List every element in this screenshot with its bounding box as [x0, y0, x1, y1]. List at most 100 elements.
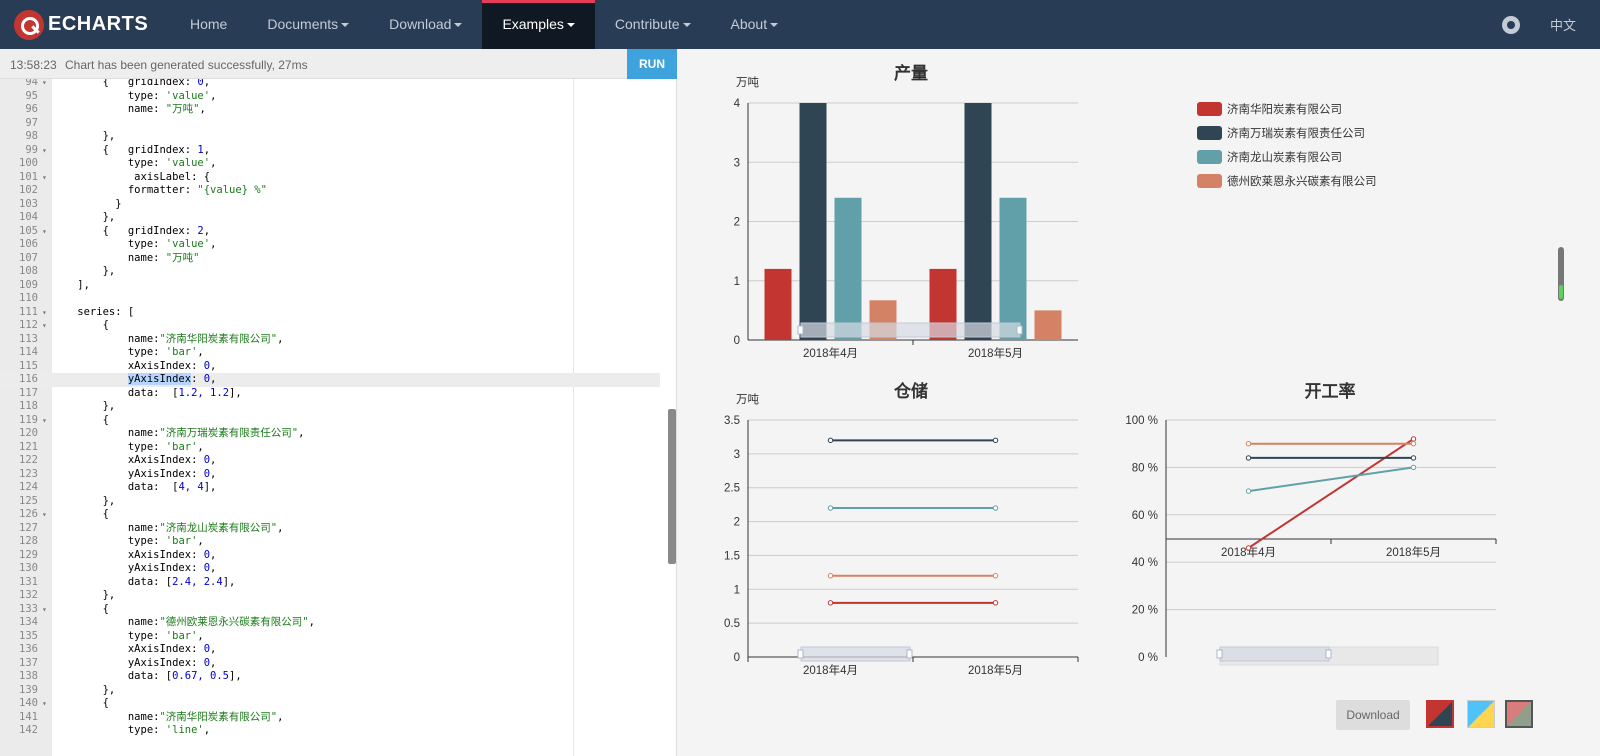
- data-point[interactable]: [1245, 455, 1252, 461]
- series-line[interactable]: [1247, 438, 1415, 549]
- data-point[interactable]: [1245, 441, 1252, 447]
- datazoom-handle[interactable]: [797, 649, 804, 659]
- bar[interactable]: [999, 197, 1027, 340]
- fold-toggle-icon[interactable]: ▾: [42, 171, 47, 185]
- code-line[interactable]: 104 },: [0, 211, 660, 225]
- code-line[interactable]: 115 xAxisIndex: 0,: [0, 360, 660, 374]
- code-line[interactable]: 103 }: [0, 198, 660, 212]
- datazoom-slider[interactable]: [800, 322, 1021, 338]
- nav-item-examples[interactable]: Examples: [482, 0, 595, 49]
- code-line[interactable]: 117 data: [1.2, 1.2],: [0, 387, 660, 401]
- code-line[interactable]: 130 yAxisIndex: 0,: [0, 562, 660, 576]
- code-line[interactable]: 96 name: "万吨",: [0, 103, 660, 117]
- code-line[interactable]: 137 yAxisIndex: 0,: [0, 657, 660, 671]
- code-line[interactable]: 107 name: "万吨": [0, 252, 660, 266]
- theme-light-swatch[interactable]: [1467, 700, 1495, 728]
- code-line[interactable]: 123 yAxisIndex: 0,: [0, 468, 660, 482]
- code-line[interactable]: 133 ▾ {: [0, 603, 660, 617]
- editor-scrollbar[interactable]: [668, 409, 676, 564]
- legend-swatch[interactable]: [1197, 150, 1222, 164]
- nav-item-documents[interactable]: Documents: [247, 0, 369, 49]
- code-line[interactable]: 94 ▾ { gridIndex: 0,: [0, 79, 660, 90]
- code-line[interactable]: 114 type: 'bar',: [0, 346, 660, 360]
- bar[interactable]: [964, 103, 992, 340]
- github-icon[interactable]: [1501, 15, 1520, 34]
- code-line[interactable]: 141 name:"济南华阳炭素有限公司",: [0, 711, 660, 725]
- code-line[interactable]: 127 name:"济南龙山炭素有限公司",: [0, 522, 660, 536]
- fold-toggle-icon[interactable]: ▾: [42, 144, 47, 158]
- code-line[interactable]: 106 type: 'value',: [0, 238, 660, 252]
- data-point[interactable]: [1410, 436, 1417, 442]
- code-line[interactable]: 125 },: [0, 495, 660, 509]
- data-point[interactable]: [992, 573, 999, 579]
- data-point[interactable]: [1245, 545, 1252, 551]
- code-line[interactable]: 95 type: 'value',: [0, 90, 660, 104]
- fold-toggle-icon[interactable]: ▾: [42, 306, 47, 320]
- datazoom-handle[interactable]: [1016, 325, 1023, 335]
- download-button[interactable]: Download: [1336, 700, 1410, 730]
- code-line[interactable]: 105 ▾ { gridIndex: 2,: [0, 225, 660, 239]
- code-line[interactable]: 142 type: 'line',: [0, 724, 660, 738]
- bar[interactable]: [1034, 310, 1062, 340]
- datazoom-handle[interactable]: [1325, 649, 1332, 659]
- datazoom-handle[interactable]: [1216, 649, 1223, 659]
- datazoom-handle[interactable]: [797, 325, 804, 335]
- data-point[interactable]: [992, 600, 999, 606]
- code-line[interactable]: 129 xAxisIndex: 0,: [0, 549, 660, 563]
- code-line[interactable]: 99 ▾ { gridIndex: 1,: [0, 144, 660, 158]
- data-point[interactable]: [992, 505, 999, 511]
- code-line[interactable]: 118 },: [0, 400, 660, 414]
- fold-toggle-icon[interactable]: ▾: [42, 508, 47, 522]
- nav-item-about[interactable]: About: [711, 0, 799, 49]
- fold-toggle-icon[interactable]: ▾: [42, 603, 47, 617]
- bar[interactable]: [764, 268, 792, 340]
- code-line[interactable]: 121 type: 'bar',: [0, 441, 660, 455]
- chart-panel-scrollbar[interactable]: [1558, 247, 1564, 301]
- data-point[interactable]: [992, 437, 999, 444]
- theme-vintage-swatch[interactable]: [1505, 700, 1533, 728]
- code-line[interactable]: 132 },: [0, 589, 660, 603]
- code-line[interactable]: 108 },: [0, 265, 660, 279]
- datazoom-slider[interactable]: [800, 646, 911, 662]
- code-line[interactable]: 124 data: [4, 4],: [0, 481, 660, 495]
- nav-item-home[interactable]: Home: [170, 0, 247, 49]
- code-line[interactable]: 134 name:"德州欧莱恩永兴碳素有限公司",: [0, 616, 660, 630]
- code-line[interactable]: 135 type: 'bar',: [0, 630, 660, 644]
- language-switch[interactable]: 中文: [1550, 15, 1576, 34]
- datazoom-slider[interactable]: [1219, 646, 1330, 662]
- nav-item-contribute[interactable]: Contribute: [595, 0, 711, 49]
- fold-toggle-icon[interactable]: ▾: [42, 319, 47, 333]
- code-line[interactable]: 97: [0, 117, 660, 131]
- code-line[interactable]: 122 xAxisIndex: 0,: [0, 454, 660, 468]
- data-point[interactable]: [1410, 455, 1417, 461]
- data-point[interactable]: [1410, 441, 1417, 447]
- code-line[interactable]: 110: [0, 292, 660, 306]
- legend-swatch[interactable]: [1197, 174, 1222, 188]
- code-line[interactable]: 111 ▾ series: [: [0, 306, 660, 320]
- run-button[interactable]: RUN: [627, 49, 677, 79]
- code-line[interactable]: 139 },: [0, 684, 660, 698]
- code-line[interactable]: 120 name:"济南万瑞炭素有限责任公司",: [0, 427, 660, 441]
- data-point[interactable]: [827, 600, 834, 606]
- fold-toggle-icon[interactable]: ▾: [42, 697, 47, 711]
- fold-toggle-icon[interactable]: ▾: [42, 225, 47, 239]
- code-line[interactable]: 128 type: 'bar',: [0, 535, 660, 549]
- echarts-logo[interactable]: ECHARTS: [0, 0, 170, 49]
- legend-swatch[interactable]: [1197, 126, 1222, 140]
- code-line[interactable]: 119 ▾ {: [0, 414, 660, 428]
- bar[interactable]: [799, 103, 827, 340]
- code-line[interactable]: 109 ],: [0, 279, 660, 293]
- series-line[interactable]: [1248, 466, 1414, 493]
- code-line[interactable]: 126 ▾ {: [0, 508, 660, 522]
- code-line[interactable]: 100 type: 'value',: [0, 157, 660, 171]
- legend-swatch[interactable]: [1197, 102, 1222, 116]
- fold-toggle-icon[interactable]: ▾: [42, 79, 47, 90]
- datazoom-handle[interactable]: [906, 649, 913, 659]
- bar[interactable]: [834, 197, 862, 340]
- data-point[interactable]: [827, 573, 834, 579]
- nav-item-download[interactable]: Download: [369, 0, 482, 49]
- code-line[interactable]: 101 ▾ axisLabel: {: [0, 171, 660, 185]
- code-line[interactable]: 138 data: [0.67, 0.5],: [0, 670, 660, 684]
- code-line[interactable]: 98 },: [0, 130, 660, 144]
- fold-toggle-icon[interactable]: ▾: [42, 414, 47, 428]
